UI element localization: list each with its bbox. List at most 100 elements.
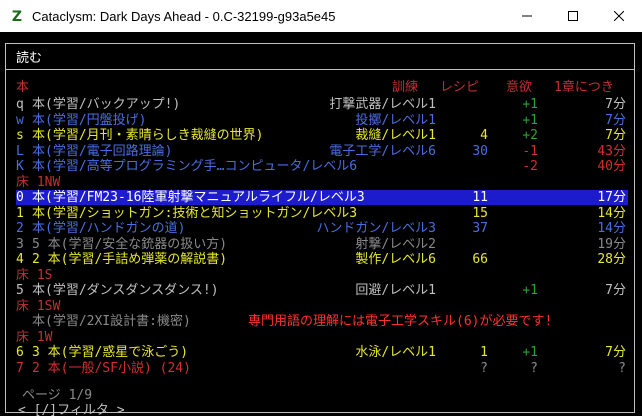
book-name: 本(学習/高等プログラミング手…コンピュータ/レベル6: [32, 159, 358, 174]
hotkey-label: q: [16, 97, 24, 112]
col-recipes: レシピ: [440, 80, 480, 95]
col-book: 本: [16, 80, 30, 95]
recipe-count: 66: [472, 252, 488, 267]
book-name: 2 本(学習/手詰め弾薬の解説書): [32, 252, 228, 267]
read-time: 14分: [597, 221, 626, 236]
recipe-count: 1: [480, 345, 488, 360]
hotkey-label: 7: [16, 360, 24, 376]
book-row[interactable]: K 本(学習/高等プログラミング手…コンピュータ/レベル6 -2 40分: [16, 159, 628, 174]
read-time: 7分: [605, 345, 626, 360]
recipe-count: 4: [480, 128, 488, 143]
hotkey-label: L: [16, 143, 24, 159]
book-row[interactable]: 3 5 本(学習/安全な銃器の扱い方) 射撃/レベル2 19分: [16, 237, 628, 252]
read-time: ?: [618, 360, 626, 376]
recipe-count: 30: [472, 143, 488, 159]
book-row-selected[interactable]: 0 本(学習/FM23-16陸軍射撃マニュアルライフル/レベル3 11 17分: [16, 190, 628, 205]
read-time: 7分: [605, 283, 626, 298]
read-time: 17分: [597, 190, 626, 205]
read-time: 7分: [605, 128, 626, 143]
fun-value: +1: [522, 345, 538, 360]
read-time: 40分: [597, 159, 626, 174]
book-name: 5 本(学習/安全な銃器の扱い方): [32, 236, 228, 252]
book-name: 本(学習/FM23-16陸軍射撃マニュアルライフル/レベル3: [32, 190, 365, 205]
skill-level: 裁縫/レベル1: [355, 128, 436, 143]
book-name: 本(学習/2XI設計書:機密): [32, 314, 191, 329]
book-name: 本(学習/電子回路理論): [32, 143, 173, 159]
book-row[interactable]: s 本(学習/月刊・素晴らしき裁縫の世界) 裁縫/レベル1 4 +2 7分: [16, 128, 628, 143]
fun-value: -2: [522, 159, 538, 174]
column-header: 本 訓練 レシピ 意欲 1章につき: [16, 80, 628, 95]
book-name: 本(学習/月刊・素晴らしき裁縫の世界): [32, 128, 264, 143]
read-time: 7分: [605, 97, 626, 112]
book-name: 本(学習/円盤投げ): [32, 112, 147, 128]
terminal-area: 読む 本 訓練 レシピ 意欲 1章につき q 本(学習/バックアップ!) 打撃武器/…: [0, 32, 642, 416]
hotkey-label: 5: [16, 283, 24, 298]
title-bar: Z Cataclysm: Dark Days Ahead - 0.C-32199…: [0, 0, 642, 32]
location-header: 床 1SW: [16, 298, 61, 314]
hotkey-label: 2: [16, 221, 24, 236]
skill-level: 打撃武器/レベル1: [329, 97, 436, 112]
fun-value: +1: [522, 283, 538, 298]
book-name: 本(学習/バックアップ!): [32, 97, 181, 112]
frame-divider: [5, 69, 635, 70]
skill-level: 投擲/レベル1: [355, 112, 436, 128]
skill-level: 水泳/レベル1: [355, 345, 436, 360]
book-name: 本(学習/ダンスダンスダンス!): [32, 283, 219, 298]
app-icon: Z: [9, 8, 25, 24]
col-per-chapter: 1章につき: [554, 80, 614, 95]
svg-text:Z: Z: [12, 9, 22, 24]
filter-button[interactable]: < [/]フィルタ >: [18, 399, 125, 416]
fun-value: +2: [522, 128, 538, 143]
location-header: 床 1S: [16, 267, 53, 283]
read-time: 14分: [597, 205, 626, 221]
hotkey-label: 0: [16, 190, 24, 205]
read-time: 7分: [605, 112, 626, 128]
book-name: 本(学習/ショットガン:技術と知ショットガン/レベル3: [32, 205, 358, 221]
hotkey-label: s: [16, 128, 24, 143]
hotkey-label: 6: [16, 345, 24, 360]
location-header: 床 1W: [16, 329, 53, 345]
hotkey-label: 3: [16, 236, 24, 252]
book-row[interactable]: 2 本(学習/ハンドガンの道) ハンドガン/レベル3 37 14分: [16, 221, 628, 236]
book-row[interactable]: 6 3 本(学習/惑星で泳ごう) 水泳/レベル1 1 +1 7分: [16, 345, 628, 360]
book-name: 3 本(学習/惑星で泳ごう): [32, 345, 189, 360]
book-row[interactable]: 4 2 本(学習/手詰め弾薬の解説書) 製作/レベル6 66 28分: [16, 252, 628, 267]
minimize-button[interactable]: [504, 0, 550, 32]
book-row[interactable]: q 本(学習/バックアップ!) 打撃武器/レベル1 +1 7分: [16, 97, 628, 112]
warning-text: 専門用語の理解には電子工学スキル(6)が必要です!: [248, 314, 553, 329]
close-icon: [614, 11, 624, 21]
book-row[interactable]: L 本(学習/電子回路理論) 電子工学/レベル6 30 -1 43分: [16, 144, 628, 159]
location-header: 床 1NW: [16, 174, 61, 190]
skill-level: 製作/レベル6: [355, 252, 436, 267]
recipe-count: 11: [472, 190, 488, 205]
menu-title: 読む: [16, 51, 43, 66]
book-row[interactable]: 本(学習/2XI設計書:機密) 専門用語の理解には電子工学スキル(6)が必要です!: [16, 314, 628, 329]
skill-level: 射撃/レベル2: [355, 236, 436, 252]
recipe-count: 15: [472, 205, 488, 221]
close-button[interactable]: [596, 0, 642, 32]
read-time: 28分: [597, 252, 626, 267]
fun-value: -1: [522, 143, 538, 159]
recipe-count: ?: [480, 360, 488, 376]
fun-value: +1: [522, 97, 538, 112]
maximize-button[interactable]: [550, 0, 596, 32]
skill-level: ハンドガン/レベル3: [316, 221, 436, 236]
minimize-icon: [522, 15, 532, 17]
book-row[interactable]: w 本(学習/円盤投げ) 投擲/レベル1 +1 7分: [16, 113, 628, 128]
book-row[interactable]: 5 本(学習/ダンスダンスダンス!) 回避/レベル1 +1 7分: [16, 283, 628, 298]
recipe-count: 37: [472, 221, 488, 236]
book-row[interactable]: 7 2 本(一般/SF小説) (24)???: [16, 361, 628, 376]
col-fun: 意欲: [506, 80, 533, 95]
fun-value: +1: [522, 112, 538, 128]
window-title: Cataclysm: Dark Days Ahead - 0.C-32199-g…: [32, 8, 336, 24]
col-training: 訓練: [392, 80, 419, 95]
maximize-icon: [568, 11, 578, 21]
book-name: 2 本(一般/SF小説) (24): [32, 360, 191, 376]
hotkey-label: K: [16, 159, 24, 174]
read-time: 19分: [597, 236, 626, 252]
game-window: Z Cataclysm: Dark Days Ahead - 0.C-32199…: [0, 0, 642, 416]
book-name: 本(学習/ハンドガンの道): [32, 221, 186, 236]
skill-level: 回避/レベル1: [355, 283, 436, 298]
book-row[interactable]: 1 本(学習/ショットガン:技術と知ショットガン/レベル3 15 14分: [16, 206, 628, 221]
hotkey-label: 1: [16, 205, 24, 221]
